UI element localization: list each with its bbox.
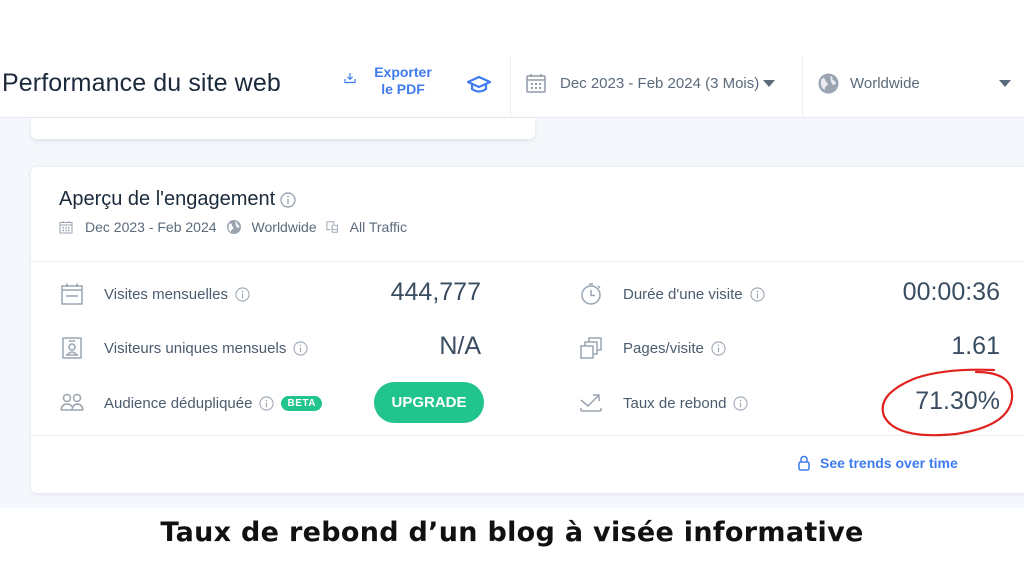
calendar-icon <box>59 221 73 234</box>
sub-date: Dec 2023 - Feb 2024 <box>85 219 217 235</box>
export-label-line1: Exporter <box>374 64 432 80</box>
metric-pages-per-visit: Pages/visite <box>579 333 726 363</box>
image-caption: Taux de rebond d’un blog à visée informa… <box>0 508 1024 572</box>
metric-value-bounce-rate: 71.30% <box>915 387 1000 415</box>
header-divider <box>802 56 803 118</box>
sub-traffic: All Traffic <box>349 219 407 235</box>
metric-deduplicated-audience: Audience dédupliquée BETA <box>60 388 322 418</box>
country-label: Worldwide <box>850 75 920 92</box>
info-icon[interactable] <box>733 395 748 411</box>
lock-icon <box>798 455 810 471</box>
metric-unique-visitors: Visiteurs uniques mensuels <box>60 333 308 363</box>
upgrade-button[interactable]: UPGRADE <box>374 382 484 423</box>
metric-value-unique-visitors: N/A <box>439 332 481 360</box>
metric-label: Durée d'une visite <box>623 285 743 303</box>
info-icon[interactable] <box>711 340 726 356</box>
beta-badge: BETA <box>281 395 322 411</box>
engagement-overview-card: Aperçu de l'engagement Dec 2023 - Feb 20… <box>31 167 1024 493</box>
chevron-down-icon <box>763 79 776 87</box>
see-trends-link[interactable]: See trends over time <box>797 455 958 471</box>
info-icon[interactable] <box>280 191 296 208</box>
metric-value-pages-per-visit: 1.61 <box>951 332 1000 360</box>
calendar-icon <box>61 283 83 305</box>
country-dropdown[interactable]: Worldwide <box>817 72 1017 95</box>
card-filters-summary: Dec 2023 - Feb 2024 Worldwide All Traffi… <box>59 219 416 235</box>
card-title-text: Aperçu de l'engagement <box>59 188 276 210</box>
export-label-line2: le PDF <box>381 81 425 97</box>
graduation-cap-icon[interactable] <box>466 74 492 96</box>
sub-country: Worldwide <box>251 219 317 235</box>
info-icon[interactable] <box>293 340 308 356</box>
pages-icon <box>580 337 602 359</box>
date-range-dropdown[interactable]: Dec 2023 - Feb 2024 (3 Mois) <box>525 72 776 94</box>
metric-value-visit-duration: 00:00:36 <box>902 278 1000 306</box>
metric-label: Pages/visite <box>623 339 704 357</box>
page-header: Performance du site web Exporter le PDF … <box>0 56 1024 118</box>
bounce-icon <box>580 394 602 412</box>
page-title: Performance du site web <box>2 69 281 97</box>
card-divider <box>31 435 1024 436</box>
export-pdf-button[interactable]: Exporter le PDF <box>344 64 438 98</box>
id-card-icon <box>62 337 82 359</box>
export-pdf-label: Exporter le PDF <box>368 64 438 98</box>
calendar-icon <box>526 74 546 93</box>
devices-icon <box>326 221 338 233</box>
metric-value-monthly-visits: 444,777 <box>390 278 481 306</box>
date-range-label: Dec 2023 - Feb 2024 (3 Mois) <box>560 74 760 92</box>
chevron-down-icon <box>999 80 1011 87</box>
previous-card-bottom <box>31 118 535 139</box>
header-divider <box>510 56 511 118</box>
stopwatch-icon <box>581 283 601 305</box>
download-icon <box>344 73 356 84</box>
globe-icon <box>818 73 839 94</box>
info-icon[interactable] <box>750 286 765 302</box>
see-trends-label: See trends over time <box>820 455 958 471</box>
metric-label: Visiteurs uniques mensuels <box>104 339 287 357</box>
metric-monthly-visits: Visites mensuelles <box>60 279 250 309</box>
metric-bounce-rate: Taux de rebond <box>579 388 748 418</box>
metric-label: Taux de rebond <box>623 394 727 412</box>
top-blank-area <box>0 0 1024 56</box>
users-icon <box>60 393 84 411</box>
metric-label: Visites mensuelles <box>104 285 228 303</box>
card-divider <box>31 261 1024 262</box>
card-title: Aperçu de l'engagement <box>59 188 296 211</box>
metric-label: Audience dédupliquée <box>104 394 253 412</box>
metric-visit-duration: Durée d'une visite <box>579 279 765 309</box>
info-icon[interactable] <box>235 286 250 302</box>
globe-icon <box>226 220 241 234</box>
info-icon[interactable] <box>259 395 275 411</box>
